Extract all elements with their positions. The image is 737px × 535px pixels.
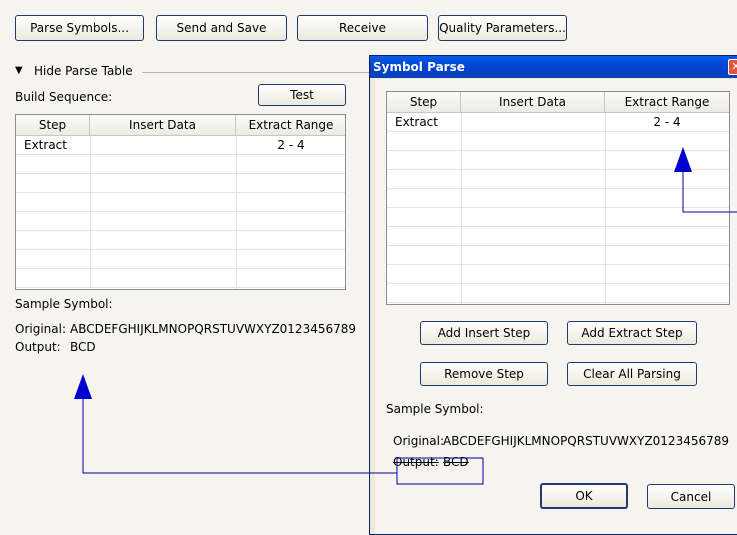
output-label: Output: xyxy=(15,340,61,354)
cell-step: Extract xyxy=(395,115,438,129)
dialog-original-value: ABCDEFGHIJKLMNOPQRSTUVWXYZ0123456789 xyxy=(443,434,730,448)
column-header-insert-data[interactable]: Insert Data xyxy=(90,115,236,135)
table-header: Step Insert Data Extract Range xyxy=(387,92,729,113)
table-row-empty xyxy=(16,250,345,269)
dialog-title-bar[interactable]: Symbol Parse xyxy=(370,56,737,78)
column-header-step[interactable]: Step xyxy=(16,115,90,135)
ok-button[interactable]: OK xyxy=(540,483,628,509)
table-row-empty xyxy=(387,284,729,303)
table-row-empty xyxy=(387,246,729,265)
cell-extract-range: 2 - 4 xyxy=(653,115,681,129)
table-body: Extract 2 - 4 xyxy=(16,136,345,289)
dialog-output-label: Output: xyxy=(393,455,439,469)
dialog-original-label: Original: xyxy=(393,434,444,448)
parse-symbols-button[interactable]: Parse Symbols... xyxy=(15,15,144,41)
table-row[interactable]: Extract 2 - 4 xyxy=(16,136,345,155)
dialog-output-value: BCD xyxy=(443,455,469,469)
column-header-insert-data[interactable]: Insert Data xyxy=(461,92,605,112)
dialog-content: Step Insert Data Extract Range Extract 2… xyxy=(375,79,737,534)
quality-parameters-button[interactable]: Quality Parameters... xyxy=(438,15,567,41)
table-row[interactable]: Extract 2 - 4 xyxy=(387,113,729,132)
dialog-parse-table: Step Insert Data Extract Range Extract 2… xyxy=(386,91,730,305)
send-and-save-button[interactable]: Send and Save xyxy=(156,15,287,41)
add-extract-step-button[interactable]: Add Extract Step xyxy=(567,321,697,345)
triangle-down-icon: ▼ xyxy=(15,65,23,76)
table-row-empty xyxy=(387,151,729,170)
build-sequence-label: Build Sequence: xyxy=(15,90,113,104)
column-header-extract-range[interactable]: Extract Range xyxy=(236,115,345,135)
remove-step-button[interactable]: Remove Step xyxy=(420,362,548,386)
table-row-empty xyxy=(16,174,345,193)
output-callout-arrow xyxy=(74,374,397,474)
table-row-empty xyxy=(387,227,729,246)
receive-button[interactable]: Receive xyxy=(297,15,428,41)
cancel-button[interactable]: Cancel xyxy=(647,484,735,509)
cell-step: Extract xyxy=(24,138,67,152)
close-icon[interactable]: ✕ xyxy=(728,59,737,75)
symbol-parse-dialog: Symbol Parse ✕ Step Insert Data Extract … xyxy=(369,55,737,535)
table-body: Extract 2 - 4 xyxy=(387,113,729,304)
table-row-empty xyxy=(387,170,729,189)
table-row-empty xyxy=(387,208,729,227)
cell-extract-range: 2 - 4 xyxy=(277,138,305,152)
table-row-empty xyxy=(16,212,345,231)
table-row-empty xyxy=(16,231,345,250)
test-button[interactable]: Test xyxy=(258,84,346,106)
clear-all-parsing-button[interactable]: Clear All Parsing xyxy=(567,362,697,386)
sample-symbol-label: Sample Symbol: xyxy=(15,297,113,311)
dialog-sample-symbol-label: Sample Symbol: xyxy=(386,402,484,416)
table-row-empty xyxy=(16,155,345,174)
table-row-empty xyxy=(387,265,729,284)
add-insert-step-button[interactable]: Add Insert Step xyxy=(420,321,548,345)
table-row-empty xyxy=(387,189,729,208)
original-value: ABCDEFGHIJKLMNOPQRSTUVWXYZ0123456789 xyxy=(70,322,357,336)
group-divider xyxy=(142,72,372,73)
column-header-step[interactable]: Step xyxy=(387,92,461,112)
dialog-title: Symbol Parse xyxy=(373,60,465,74)
table-row-empty xyxy=(387,132,729,151)
original-label: Original: xyxy=(15,322,66,336)
hide-parse-table-label: Hide Parse Table xyxy=(34,64,133,78)
column-header-extract-range[interactable]: Extract Range xyxy=(605,92,729,112)
table-row-empty xyxy=(16,193,345,212)
build-sequence-table: Step Insert Data Extract Range Extract 2… xyxy=(15,114,346,290)
table-header: Step Insert Data Extract Range xyxy=(16,115,345,136)
output-value: BCD xyxy=(70,340,96,354)
table-row-empty xyxy=(16,269,345,288)
